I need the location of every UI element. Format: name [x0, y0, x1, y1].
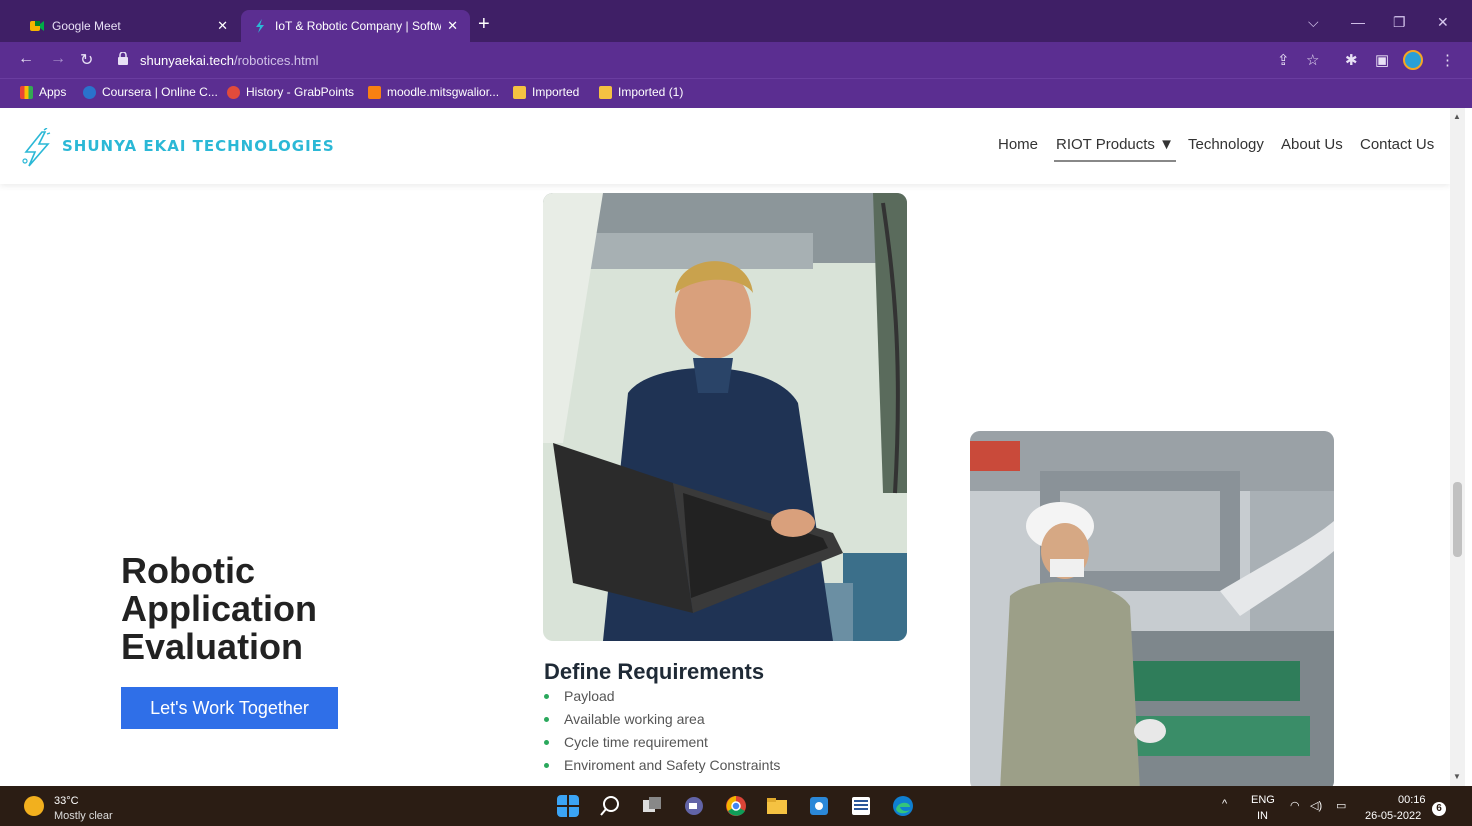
bookmark-label: History - GrabPoints	[246, 85, 355, 99]
engineer-laptop-illustration	[543, 193, 907, 641]
windows-start-icon[interactable]	[557, 795, 579, 817]
word-icon[interactable]	[850, 795, 872, 817]
list-item: Payload	[544, 686, 780, 709]
bookmark-label: Imported	[532, 85, 580, 99]
volume-icon[interactable]: ◁)	[1310, 799, 1322, 812]
bookmark-grabpoints[interactable]: History - GrabPoints	[227, 85, 354, 99]
profile-avatar[interactable]	[1403, 50, 1423, 70]
moodle-icon	[368, 85, 381, 99]
lock-icon	[118, 52, 128, 65]
file-explorer-icon[interactable]	[766, 795, 788, 817]
requirements-list: Payload Available working area Cycle tim…	[544, 686, 780, 778]
star-icon[interactable]: ☆	[1306, 51, 1319, 69]
page-scrollbar[interactable]: ▲ ▼	[1450, 108, 1465, 786]
menu-dots-icon[interactable]: ⋮	[1440, 51, 1455, 69]
bookmark-label: Imported (1)	[618, 85, 684, 99]
restore-icon[interactable]: ❐	[1393, 14, 1406, 31]
chrome-icon[interactable]	[725, 795, 747, 817]
store-icon[interactable]	[808, 795, 830, 817]
url-host: shunyaekai.tech	[140, 53, 234, 68]
reload-icon[interactable]: ↻	[80, 50, 93, 70]
factory-robot-illustration	[970, 431, 1334, 786]
bookmark-imported[interactable]: Imported	[513, 85, 579, 99]
scroll-thumb[interactable]	[1453, 482, 1462, 557]
tab-shunya-ekai[interactable]: IoT & Robotic Company | Softwa ✕	[241, 10, 470, 42]
windows-taskbar: 33°C Mostly clear ^ ENG IN ◠ ◁) ▭ 00:16 …	[0, 786, 1472, 826]
nav-riot-products[interactable]: RIOT Products ▼	[1054, 136, 1176, 162]
weather-moon-icon[interactable]	[24, 796, 44, 816]
nav-contact-us[interactable]: Contact Us	[1360, 136, 1434, 153]
side-panel-icon[interactable]: ▣	[1375, 51, 1389, 69]
bookmark-label: moodle.mitsgwalior...	[387, 85, 500, 99]
chevron-down-icon[interactable]: ⌵	[1308, 14, 1319, 31]
back-icon[interactable]: ←	[18, 50, 34, 68]
language-region[interactable]: IN	[1257, 810, 1268, 822]
extensions-icon[interactable]: ✱	[1345, 51, 1358, 69]
minimize-icon[interactable]: —	[1351, 14, 1365, 30]
section-title: Define Requirements	[544, 659, 765, 684]
bookmark-imported-1[interactable]: Imported (1)	[599, 85, 683, 99]
bookmark-label: Coursera | Online C...	[102, 85, 218, 99]
list-item: Cycle time requirement	[544, 732, 780, 755]
site-header: SHUNYA EKAI TECHNOLOGIES Home RIOT Produ…	[0, 108, 1450, 184]
grabpoints-icon	[227, 85, 240, 99]
hero-title-line: Evaluation	[121, 626, 304, 667]
bookmark-label: Apps	[39, 85, 67, 99]
clock-date[interactable]: 26-05-2022	[1365, 810, 1421, 822]
nav-home[interactable]: Home	[998, 136, 1038, 153]
tab-google-meet[interactable]: Google Meet ✕	[18, 10, 240, 42]
list-item: Enviroment and Safety Constraints	[544, 755, 780, 778]
bookmark-coursera[interactable]: Coursera | Online C...	[83, 85, 218, 99]
logo-text[interactable]: SHUNYA EKAI TECHNOLOGIES	[62, 137, 335, 155]
share-icon[interactable]: ⇪	[1277, 51, 1290, 69]
notification-badge[interactable]: 6	[1432, 802, 1446, 816]
coursera-icon	[83, 85, 96, 99]
folder-icon	[513, 85, 526, 99]
hero-title-line: Robotic	[121, 550, 255, 591]
hero-title-line: Application	[121, 588, 317, 629]
edge-icon[interactable]	[892, 795, 914, 817]
forward-icon[interactable]: →	[50, 50, 66, 68]
engineer-laptop-photo	[543, 193, 907, 641]
clock-time[interactable]: 00:16	[1398, 794, 1426, 806]
bookmarks-bar: Apps Coursera | Online C... History - Gr…	[0, 78, 1472, 108]
url-text: shunyaekai.tech/robotices.html	[140, 53, 319, 68]
scroll-down-icon[interactable]: ▼	[1453, 772, 1461, 781]
factory-robot-photo	[970, 431, 1334, 786]
tab-title: IoT & Robotic Company | Softwa	[275, 19, 442, 33]
browser-toolbar: ← → ↻ shunyaekai.tech/robotices.html ⇪ ☆…	[0, 42, 1472, 78]
language-indicator[interactable]: ENG	[1251, 794, 1275, 806]
google-meet-icon	[30, 21, 44, 31]
bookmark-moodle[interactable]: moodle.mitsgwalior...	[368, 85, 499, 99]
teams-chat-icon[interactable]	[683, 795, 705, 817]
chevron-up-icon[interactable]: ^	[1222, 798, 1227, 810]
scroll-up-icon[interactable]: ▲	[1453, 112, 1461, 121]
lets-work-together-button[interactable]: Let's Work Together	[121, 687, 338, 729]
tab-title: Google Meet	[52, 19, 121, 33]
site-logo-icon[interactable]	[20, 128, 52, 168]
web-page: SHUNYA EKAI TECHNOLOGIES Home RIOT Produ…	[0, 108, 1450, 786]
plus-icon[interactable]: +	[478, 13, 490, 35]
list-item: Available working area	[544, 709, 780, 732]
address-bar[interactable]: shunyaekai.tech/robotices.html	[108, 47, 1338, 74]
hero-title: Robotic Application Evaluation	[121, 552, 317, 666]
apps-grid-icon	[20, 85, 33, 99]
battery-icon[interactable]: ▭	[1336, 799, 1346, 812]
nav-technology[interactable]: Technology	[1188, 136, 1264, 153]
bookmark-apps[interactable]: Apps	[20, 85, 66, 99]
weather-condition[interactable]: Mostly clear	[54, 810, 113, 822]
search-icon[interactable]	[599, 795, 621, 817]
wifi-icon[interactable]: ◠	[1290, 799, 1300, 812]
close-window-icon[interactable]: ✕	[1437, 14, 1449, 31]
url-path: /robotices.html	[233, 53, 319, 68]
folder-icon	[599, 85, 612, 99]
task-view-icon[interactable]	[641, 795, 663, 817]
close-icon[interactable]: ✕	[217, 18, 228, 34]
nav-about-us[interactable]: About Us	[1281, 136, 1343, 153]
browser-tab-strip: Google Meet ✕ IoT & Robotic Company | So…	[0, 0, 1472, 42]
close-icon[interactable]: ✕	[447, 18, 458, 34]
site-logo-icon	[256, 19, 264, 33]
weather-temperature[interactable]: 33°C	[54, 795, 79, 807]
